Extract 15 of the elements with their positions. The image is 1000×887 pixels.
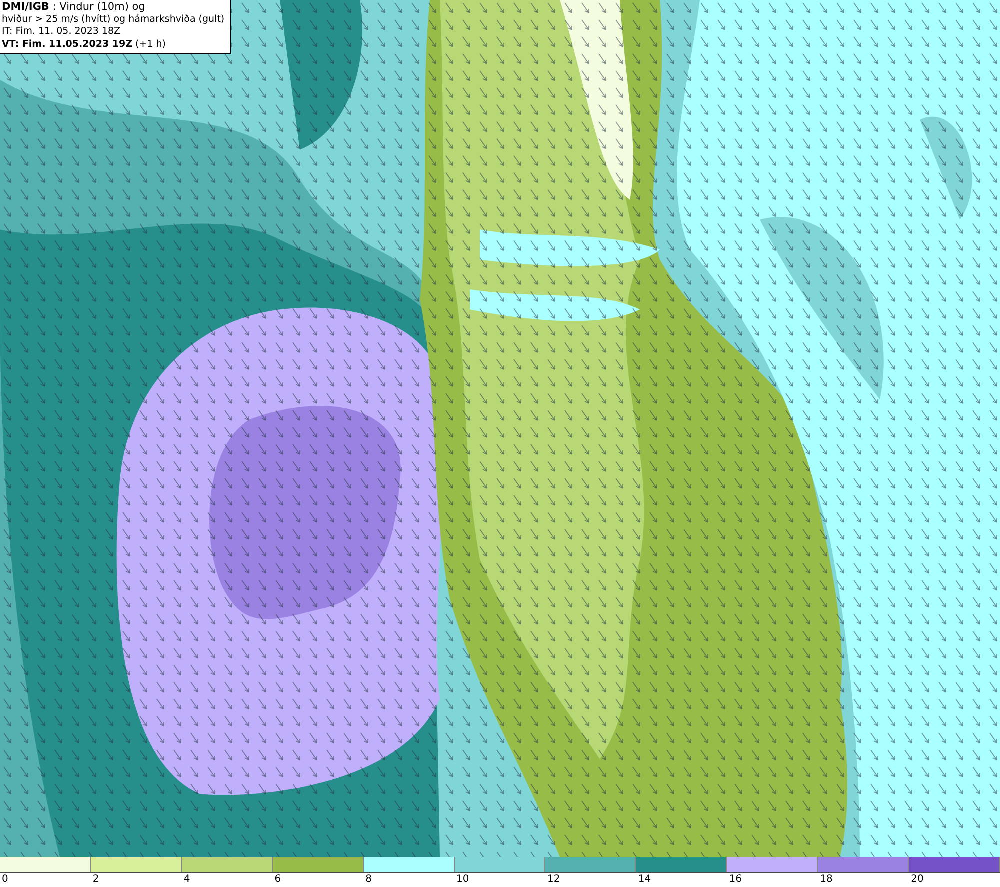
title-line: DMI/IGB : Vindur (10m) og [2,1,146,14]
legend-tick-label: 14 [637,873,652,887]
legend-tick-label: 2 [92,873,100,887]
legend-tick-label: 20 [910,873,925,887]
title-line: IT: Fim. 11. 05. 2023 18Z [2,26,122,38]
legend-tick-label: 16 [728,873,743,887]
legend-tick-label: 10 [456,873,470,887]
legend-tick-label: 4 [182,873,192,887]
title-line: VT: Fim. 11.05.2023 19Z (+1 h) [2,38,167,51]
legend-tick-label: 12 [546,873,562,887]
legend-tick-label: 18 [819,873,834,887]
legend-tick-label: 0 [1,873,10,887]
title-line: hviður > 25 m/s (hvítt) og hámarkshviða (gult) [2,14,226,26]
legend-tick-label: 8 [364,873,373,887]
legend-tick-label: 6 [274,873,282,887]
